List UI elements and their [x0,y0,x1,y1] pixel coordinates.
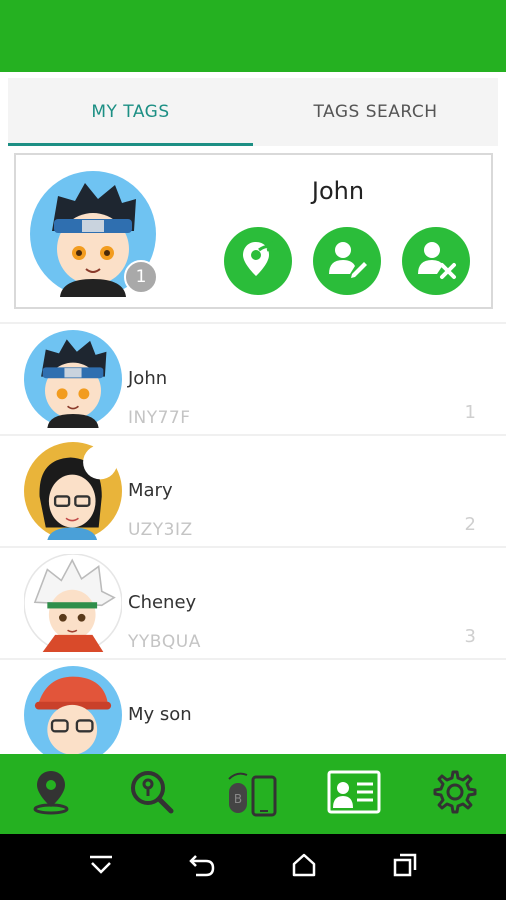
tab-bar: MY TAGS TAGS SEARCH [8,78,498,146]
home-button[interactable] [282,845,326,889]
nav-profile-button[interactable] [324,764,384,824]
tag-number: 1 [464,402,476,423]
avatar-mary [24,442,122,540]
tag-code: YYBQUA [128,632,201,652]
map-pin-icon [29,769,73,819]
tag-number: 3 [464,626,476,647]
recents-button[interactable] [383,845,427,889]
list-item[interactable]: My son [0,658,506,754]
avatar-myson [24,666,122,754]
back-button[interactable] [180,845,224,889]
tag-code: INY77F [128,408,191,428]
selected-tag-card: 1 John [14,153,493,309]
nav-map-button[interactable] [21,764,81,824]
nav-search-button[interactable] [122,764,182,824]
tag-number: 2 [464,514,476,535]
app-screen: MY TAGS TAGS SEARCH 1 John John INY77F 1… [0,0,506,900]
selected-tag-name: John [311,177,365,205]
hide-keyboard-button[interactable] [79,845,123,889]
recents-icon [392,852,418,882]
tag-name: My son [128,704,192,725]
tag-list: John INY77F 1 Mary UZY3IZ 2 Cheney YYBQU… [0,322,506,754]
remove-user-icon [415,238,457,284]
tab-tags-search[interactable]: TAGS SEARCH [253,78,498,146]
location-share-icon [237,238,279,284]
system-navigation-bar [0,834,506,900]
tag-count-badge: 1 [124,260,158,294]
avatar-cheney [23,553,123,653]
settings-gear-icon [433,770,477,818]
tab-my-tags[interactable]: MY TAGS [8,78,253,146]
list-item[interactable]: Mary UZY3IZ 2 [0,434,506,546]
location-share-button[interactable] [224,227,292,295]
tag-name: John [128,368,168,389]
nav-settings-button[interactable] [425,764,485,824]
bottom-navigation: B [0,754,506,834]
edit-user-icon [326,238,368,284]
home-icon [291,852,317,882]
remove-tag-button[interactable] [402,227,470,295]
hide-keyboard-icon [86,853,116,881]
edit-tag-button[interactable] [313,227,381,295]
list-item[interactable]: Cheney YYBQUA 3 [0,546,506,658]
avatar-john [24,330,122,428]
back-icon [188,852,216,882]
list-item[interactable]: John INY77F 1 [0,322,506,434]
id-card-icon [327,770,381,818]
svg-text:B: B [234,792,242,806]
top-app-bar [0,0,506,72]
nav-bluetooth-button[interactable]: B [223,764,283,824]
tag-code: UZY3IZ [128,520,193,540]
tag-name: Cheney [128,592,197,613]
search-tag-icon [129,769,175,819]
bluetooth-phone-icon: B [225,767,281,821]
tag-name: Mary [128,480,173,501]
